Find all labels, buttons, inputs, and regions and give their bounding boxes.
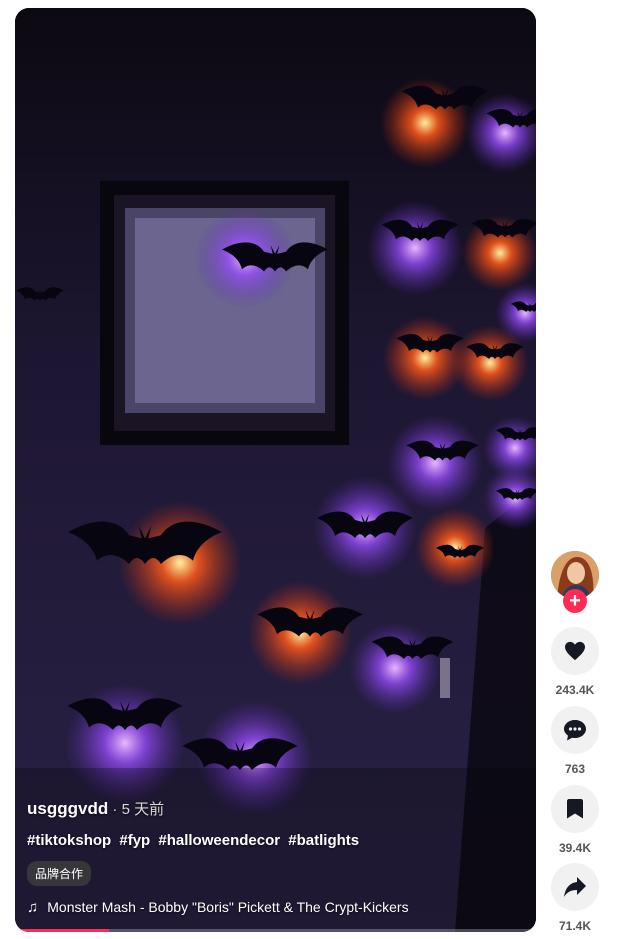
save-count: 39.4K xyxy=(558,841,592,855)
video-player[interactable]: usgggvdd · 5 天前 #tiktokshop #fyp #hallow… xyxy=(15,8,536,932)
hashtag-link[interactable]: #tiktokshop xyxy=(27,832,111,849)
hashtag-link[interactable]: #batlights xyxy=(288,832,359,849)
comment-bubble-icon xyxy=(564,720,586,741)
like-button[interactable] xyxy=(551,627,599,675)
hashtag-list: #tiktokshop #fyp #halloweendecor #batlig… xyxy=(27,832,363,849)
share-button[interactable] xyxy=(551,863,599,911)
author-name[interactable]: usgggvdd xyxy=(27,799,108,818)
music-title: Monster Mash - Bobby "Boris" Pickett & T… xyxy=(47,899,409,915)
video-frame xyxy=(15,8,536,932)
progress-bar[interactable] xyxy=(15,929,536,932)
like-action: 243.4K xyxy=(551,627,599,697)
hashtag-link[interactable]: #fyp xyxy=(119,832,150,849)
share-arrow-icon xyxy=(564,877,586,897)
music-link[interactable]: ♫ Monster Mash - Bobby "Boris" Pickett & … xyxy=(27,899,409,916)
progress-fill xyxy=(15,929,109,932)
music-note-icon: ♫ xyxy=(27,899,39,916)
post-time: 5 天前 xyxy=(121,801,165,818)
share-action: 71.4K xyxy=(551,863,599,933)
save-action: 39.4K xyxy=(551,785,599,855)
comment-button[interactable] xyxy=(551,706,599,754)
hashtag-link[interactable]: #halloweendecor xyxy=(158,832,280,849)
time-separator: · xyxy=(108,801,122,818)
bookmark-icon xyxy=(567,799,583,819)
brand-partnership-badge: 品牌合作 xyxy=(27,861,92,886)
save-button[interactable] xyxy=(551,785,599,833)
author-line: usgggvdd · 5 天前 xyxy=(27,798,164,819)
share-count: 71.4K xyxy=(558,919,592,933)
follow-button[interactable]: + xyxy=(563,589,587,613)
comment-count: 763 xyxy=(564,762,586,776)
like-count: 243.4K xyxy=(555,683,595,697)
heart-icon xyxy=(565,641,585,661)
comment-action: 763 xyxy=(551,706,599,776)
